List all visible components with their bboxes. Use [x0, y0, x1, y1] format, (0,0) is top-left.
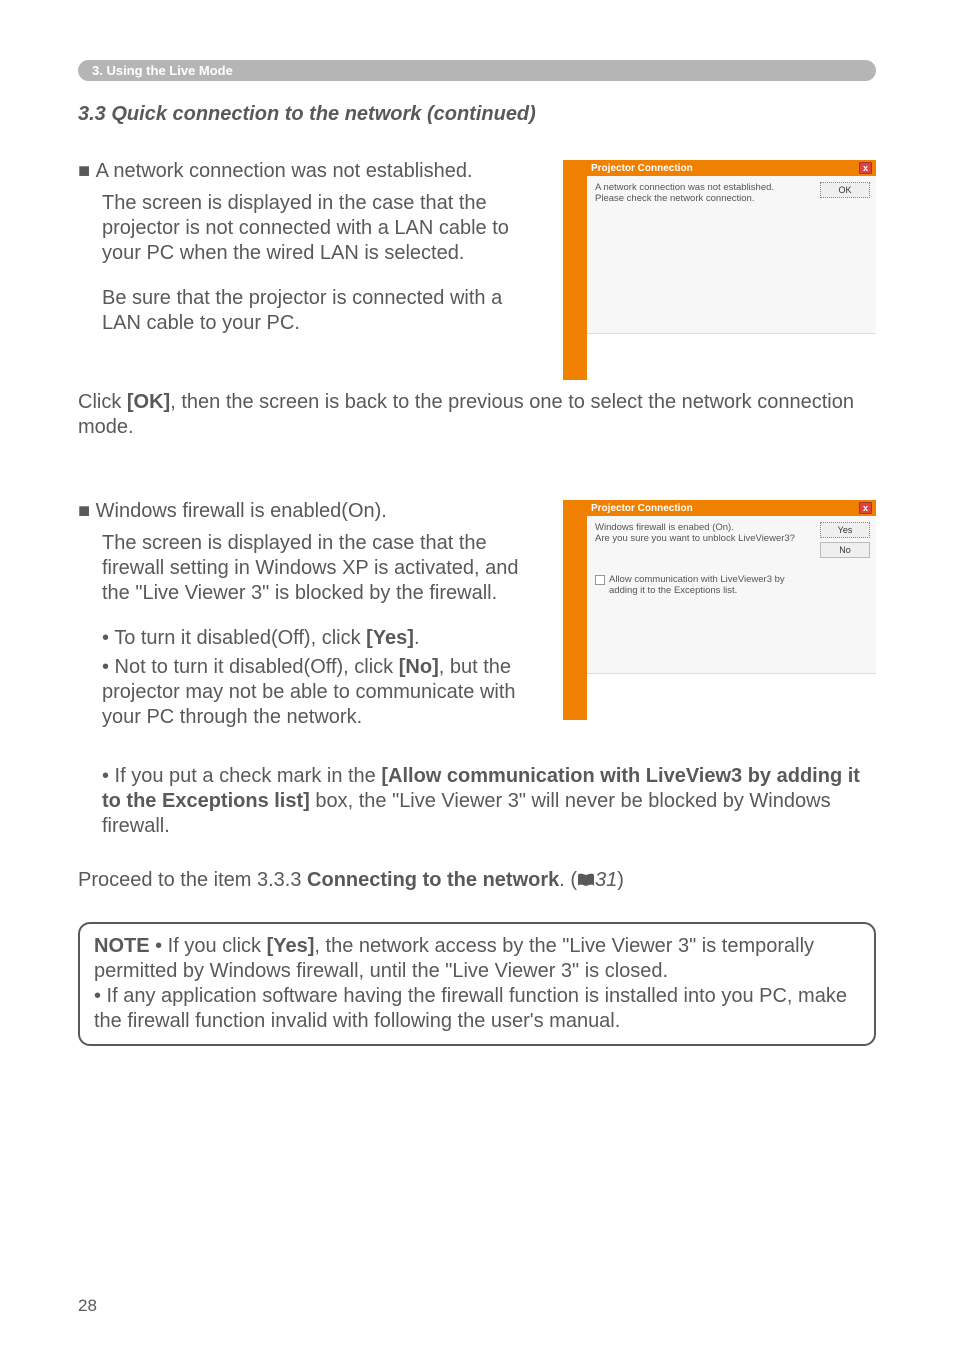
list-item: • If you put a check mark in the [Allow … [102, 764, 876, 839]
yes-button[interactable]: Yes [820, 522, 870, 538]
note-label: NOTE [94, 935, 150, 957]
note-box: NOTE • If you click [Yes], the network a… [78, 922, 876, 1046]
dialog-footer [587, 674, 876, 720]
dialog-stripe [563, 500, 587, 674]
book-ref-icon [577, 870, 595, 884]
heading-1-text: A network connection was not established… [96, 160, 473, 182]
dialog-screenshot-2: Projector Connection x Windows firewall … [563, 500, 876, 720]
list-item: • Not to turn it disabled(Off), click [N… [102, 655, 543, 730]
square-bullet-icon: ■ [78, 500, 96, 522]
dialog-stripe [563, 160, 587, 334]
square-bullet-icon: ■ [78, 160, 96, 182]
bullet-heading-2: ■ Windows firewall is enabled(On). [78, 500, 543, 523]
heading-2-text: Windows firewall is enabled(On). [96, 500, 387, 522]
paragraph: Click [OK], then the screen is back to t… [78, 390, 876, 440]
no-button[interactable]: No [820, 542, 870, 558]
paragraph: The screen is displayed in the case that… [102, 531, 543, 606]
allow-exception-checkbox[interactable] [595, 575, 605, 585]
paragraph: The screen is displayed in the case that… [102, 191, 543, 266]
dialog-footer [587, 334, 876, 380]
close-icon[interactable]: x [859, 502, 872, 514]
ok-button[interactable]: OK [820, 182, 870, 198]
list-item: • To turn it disabled(Off), click [Yes]. [102, 626, 543, 651]
dialog-screenshot-1: Projector Connection x A network connect… [563, 160, 876, 380]
dialog-title: Projector Connection [591, 163, 693, 174]
dialog-stripe [563, 334, 587, 380]
breadcrumb: 3. Using the Live Mode [78, 60, 876, 81]
proceed-line: Proceed to the item 3.3.3 Connecting to … [78, 869, 876, 892]
bullet-heading-1: ■ A network connection was not establish… [78, 160, 543, 183]
paragraph: Be sure that the projector is connected … [102, 286, 543, 336]
close-icon[interactable]: x [859, 162, 872, 174]
checkbox-label: Allow communication with LiveViewer3 by … [609, 574, 813, 596]
section-title: 3.3 Quick connection to the network (con… [78, 103, 876, 126]
dialog-title: Projector Connection [591, 503, 693, 514]
page-number: 28 [78, 1296, 97, 1316]
dialog-stripe [563, 674, 587, 720]
